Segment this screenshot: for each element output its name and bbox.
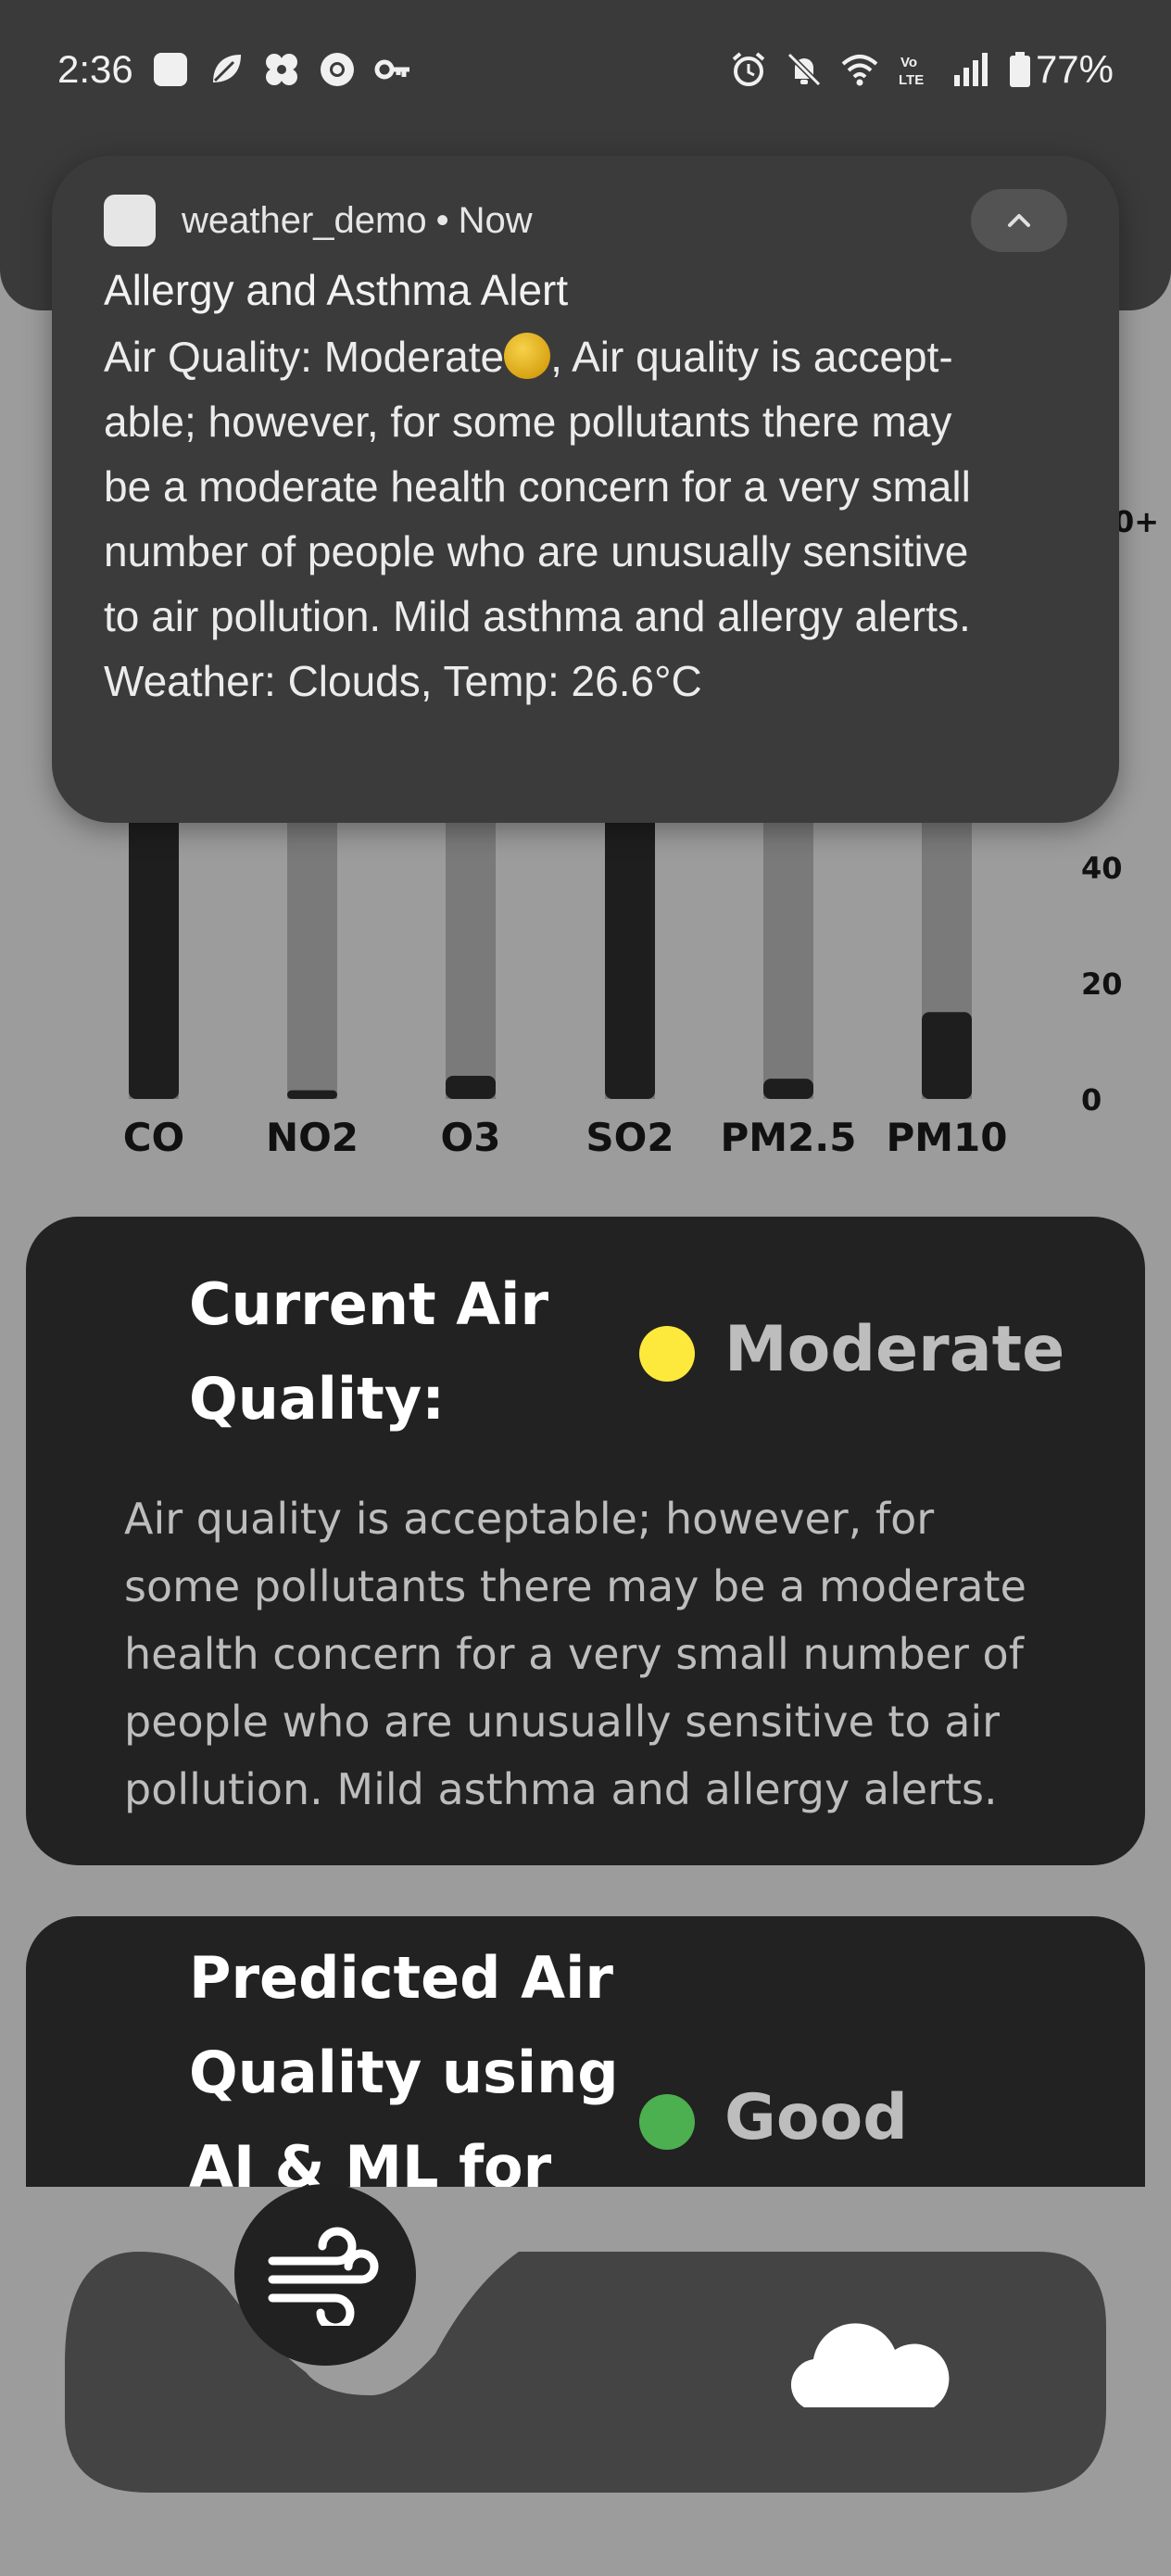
air-quality-tab[interactable] xyxy=(234,2184,416,2366)
notification-line: be a moderate health concern for a very … xyxy=(104,462,971,511)
signal-icon xyxy=(952,51,989,88)
notification-line: number of people who are unusually sensi… xyxy=(104,527,969,575)
notification-line: Weather: Clouds, Temp: 26.6°C xyxy=(104,657,702,705)
notification-line: , Air quality is accept- xyxy=(550,333,953,381)
status-dot xyxy=(639,1326,695,1382)
x-tick-label: O3 xyxy=(441,1115,501,1158)
clock: 2:36 xyxy=(57,47,133,91)
x-tick-label: NO2 xyxy=(266,1115,359,1158)
wifi-icon xyxy=(841,51,878,88)
x-tick-label: PM10 xyxy=(886,1115,1007,1158)
notification-card[interactable]: weather_demo • Now Allergy and Asthma Al… xyxy=(52,156,1119,823)
x-tick-label: PM2.5 xyxy=(721,1115,857,1158)
predicted-status: Good xyxy=(724,2081,908,2154)
chevron-up-icon xyxy=(1008,214,1030,227)
current-description: Air quality is acceptable; however, for … xyxy=(124,1494,1026,1814)
key-icon xyxy=(374,51,411,88)
x-tick-label: SO2 xyxy=(586,1115,674,1158)
notification-line: to air pollution. Mild asthma and allerg… xyxy=(104,592,971,640)
battery-percent: 77% xyxy=(1035,47,1114,91)
notification-app-name: weather_demo xyxy=(182,199,427,241)
pinwheel-icon xyxy=(263,51,300,88)
bell-off-icon xyxy=(786,51,823,88)
notification-time: Now xyxy=(458,199,533,241)
separator-dot: • xyxy=(435,199,449,241)
current-air-quality-card: Current Air Quality: Moderate Air qualit… xyxy=(26,1217,1145,1865)
current-card-title: Current Air Quality: xyxy=(189,1270,549,1433)
collapse-button[interactable] xyxy=(971,189,1067,252)
volte-icon: Vo LTE xyxy=(897,51,934,88)
y-top-tick-label: 0+ xyxy=(1114,504,1160,539)
bar-pm10 xyxy=(922,1012,972,1099)
bottom-nav-bar xyxy=(65,2252,1106,2493)
notification-line: Air Quality: Moderate xyxy=(104,333,505,381)
svg-text:Vo: Vo xyxy=(900,55,917,70)
status-dot xyxy=(639,2094,695,2150)
y-tick-label: 0 xyxy=(1081,1082,1102,1118)
app-square-icon xyxy=(152,51,189,88)
bar-o3 xyxy=(446,1076,496,1099)
predicted-air-quality-card: Predicted Air Quality using AI & ML for … xyxy=(26,1916,1145,2187)
y-tick-label: 20 xyxy=(1081,966,1123,1002)
predicted-card-title: Predicted Air Quality using AI & ML for xyxy=(189,1944,619,2187)
battery-icon xyxy=(1008,51,1032,88)
chrome-icon xyxy=(319,51,356,88)
bar-no2 xyxy=(287,1090,337,1099)
alarm-icon xyxy=(730,51,767,88)
cloud-icon xyxy=(790,2323,950,2407)
current-status: Moderate xyxy=(724,1313,1065,1386)
notification-body: Air Quality: Moderate , Air quality is ac… xyxy=(104,324,1086,713)
notification-title: Allergy and Asthma Alert xyxy=(104,266,569,314)
svg-text:LTE: LTE xyxy=(899,72,924,88)
y-tick-label: 40 xyxy=(1081,851,1123,886)
status-bar: 2:36 Vo LTE 77% xyxy=(0,37,1171,102)
wind-icon xyxy=(268,2227,379,2326)
yellow-circle-emoji-icon xyxy=(504,333,551,379)
bottom-navigation xyxy=(0,2187,1171,2576)
x-tick-label: CO xyxy=(123,1115,185,1158)
weather-tab[interactable] xyxy=(776,2315,962,2417)
leaf-icon xyxy=(208,51,245,88)
notification-line: able; however, for some pollutants there… xyxy=(104,398,952,446)
bar-pm25 xyxy=(763,1079,813,1099)
app-icon xyxy=(104,195,156,246)
